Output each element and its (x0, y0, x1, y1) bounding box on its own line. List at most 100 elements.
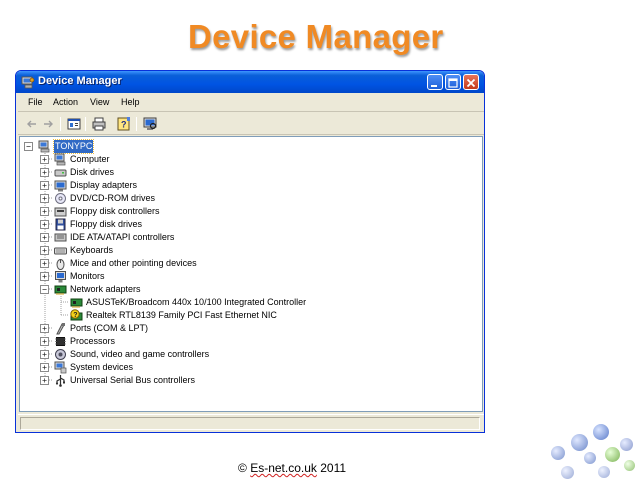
tree-node-category[interactable]: + Keyboards (20, 244, 478, 257)
device-manager-window: Device Manager File Action View Help ? −… (15, 70, 485, 433)
tree-node-device[interactable]: ? Realtek RTL8139 Family PCI Fast Etherne… (20, 309, 478, 322)
expand-toggle-icon[interactable]: + (40, 259, 49, 268)
title-bar[interactable]: Device Manager (16, 71, 484, 93)
tree-node-label: Floppy disk drives (70, 219, 143, 229)
tree-node-label: Universal Serial Bus controllers (70, 375, 196, 385)
tree-node-category[interactable]: + System devices (20, 361, 478, 374)
tree-node-label: Ports (COM & LPT) (70, 323, 149, 333)
tree-node-category[interactable]: + Processors (20, 335, 478, 348)
device-tree[interactable]: − TONYPC + Computer + Disk drives + Display ada… (19, 136, 483, 412)
tree-node-device[interactable]: ASUSTeK/Broadcom 440x 10/100 Integrated … (20, 296, 478, 309)
slide-title: Device Manager (188, 18, 444, 55)
tree-node-category[interactable]: + Display adapters (20, 179, 478, 192)
tree-node-label: Sound, video and game controllers (70, 349, 210, 359)
back-arrow-icon[interactable] (24, 116, 40, 132)
system-device-icon (54, 361, 67, 374)
collapse-toggle-icon[interactable]: − (40, 285, 49, 294)
toolbar-separator (60, 117, 61, 131)
tree-node-label: Mice and other pointing devices (70, 258, 197, 268)
toolbar-separator (85, 117, 86, 131)
tree-node-label: ASUSTeK/Broadcom 440x 10/100 Integrated … (86, 297, 307, 307)
tree-node-label: Keyboards (70, 245, 114, 255)
expand-toggle-icon[interactable]: + (40, 233, 49, 242)
tree-node-category[interactable]: + IDE ATA/ATAPI controllers (20, 231, 478, 244)
expand-toggle-icon[interactable]: + (40, 246, 49, 255)
disk-drive-icon (54, 169, 67, 177)
expand-toggle-icon[interactable]: + (40, 207, 49, 216)
tree-node-category[interactable]: + Floppy disk drives (20, 218, 478, 231)
keyboard-icon (54, 247, 67, 255)
collapse-toggle-icon[interactable]: − (24, 142, 33, 151)
minimize-button[interactable] (427, 74, 443, 90)
tree-node-category[interactable]: + Ports (COM & LPT) (20, 322, 478, 335)
mouse-icon (56, 259, 65, 270)
cdrom-icon (55, 193, 66, 204)
tree-node-category[interactable]: + Mice and other pointing devices (20, 257, 478, 270)
properties-icon[interactable] (66, 116, 82, 132)
tree-node-label: Computer (70, 154, 110, 164)
expand-toggle-icon[interactable]: + (40, 220, 49, 229)
tree-node-category[interactable]: − Network adapters (20, 283, 478, 296)
minimize-icon (431, 85, 437, 87)
tree-node-label: Processors (70, 336, 116, 346)
expand-toggle-icon[interactable]: + (40, 363, 49, 372)
port-icon (56, 323, 65, 335)
close-button[interactable] (463, 74, 479, 90)
tree-node-label: Realtek RTL8139 Family PCI Fast Ethernet… (86, 310, 277, 320)
footer-copyright: © (238, 461, 251, 475)
expand-toggle-icon[interactable]: + (40, 350, 49, 359)
tree-node-category[interactable]: + Disk drives (20, 166, 478, 179)
tree-node-label: DVD/CD-ROM drives (70, 193, 156, 203)
tree-node-category[interactable]: + Universal Serial Bus controllers (20, 374, 478, 387)
print-icon[interactable] (91, 116, 107, 132)
svg-text:?: ? (73, 312, 77, 319)
device-manager-icon (21, 76, 35, 89)
tree-node-label: IDE ATA/ATAPI controllers (70, 232, 175, 242)
tree-node-label: Display adapters (70, 180, 138, 190)
expand-toggle-icon[interactable]: + (40, 376, 49, 385)
expand-toggle-icon[interactable]: + (40, 272, 49, 281)
floppy-drive-icon (55, 218, 66, 231)
expand-toggle-icon[interactable]: + (40, 324, 49, 333)
display-adapter-icon (54, 180, 67, 192)
toolbar-separator (136, 117, 137, 131)
status-cell (20, 417, 480, 430)
menu-view[interactable]: View (90, 97, 109, 107)
expand-toggle-icon[interactable]: + (40, 337, 49, 346)
monitor-icon (55, 271, 66, 283)
tree-node-category[interactable]: + Computer (20, 153, 478, 166)
tree-node-category[interactable]: + Monitors (20, 270, 478, 283)
warning-device-icon: ? (70, 309, 83, 321)
processor-icon (55, 337, 66, 346)
menu-help[interactable]: Help (121, 97, 140, 107)
help-icon[interactable]: ? (116, 116, 132, 132)
toolbar: ? (18, 113, 484, 135)
network-adapter-icon (54, 285, 67, 295)
sound-icon (55, 349, 66, 360)
scan-hardware-icon[interactable] (142, 116, 158, 132)
menu-action[interactable]: Action (53, 97, 78, 107)
forward-arrow-icon[interactable] (40, 116, 56, 132)
expand-toggle-icon[interactable]: + (40, 168, 49, 177)
tree-node-label: TONYPC (52, 139, 95, 154)
footer-year: 2011 (316, 461, 347, 475)
expand-toggle-icon[interactable]: + (40, 194, 49, 203)
slide-footer: © Es-net.co.uk 2011 (238, 461, 346, 475)
tree-node-root[interactable]: − TONYPC (20, 139, 478, 154)
computer-icon (54, 153, 66, 166)
tree-node-label: Monitors (70, 271, 105, 281)
footer-site-link[interactable]: Es-net.co.uk (250, 461, 317, 475)
expand-toggle-icon[interactable]: + (40, 181, 49, 190)
maximize-button[interactable] (445, 74, 461, 90)
expand-toggle-icon[interactable]: + (40, 155, 49, 164)
tree-node-category[interactable]: + DVD/CD-ROM drives (20, 192, 478, 205)
menu-file[interactable]: File (28, 97, 43, 107)
floppy-controller-icon (54, 207, 67, 217)
tree-node-category[interactable]: + Floppy disk controllers (20, 205, 478, 218)
tree-node-label: System devices (70, 362, 134, 372)
tree-node-category[interactable]: + Sound, video and game controllers (20, 348, 478, 361)
ide-controller-icon (54, 233, 67, 242)
status-bar (18, 414, 484, 431)
svg-text:?: ? (121, 120, 127, 130)
window-title: Device Manager (38, 75, 122, 87)
